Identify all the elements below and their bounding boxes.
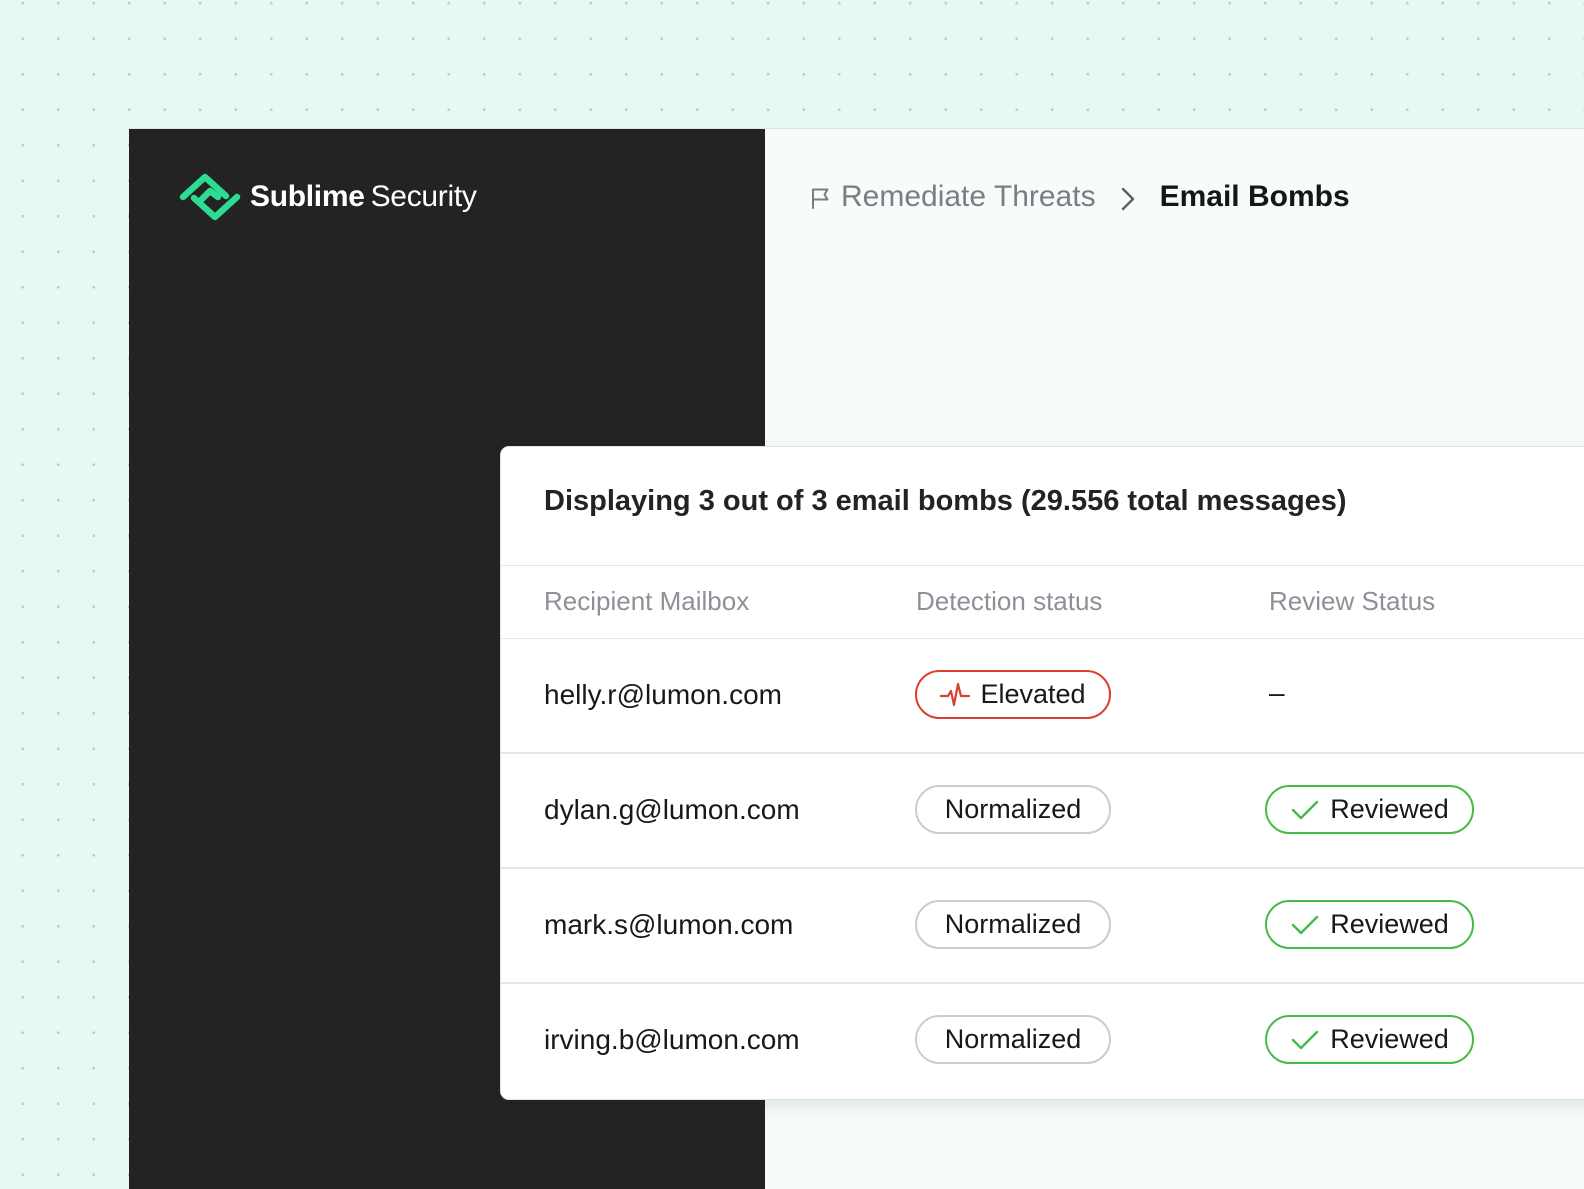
detection-status-label: Normalized bbox=[944, 909, 1082, 939]
detection-status-label: Normalized bbox=[944, 1024, 1082, 1054]
detection-status-label: Normalized bbox=[944, 794, 1082, 824]
app-window: Sublime Security Remediate Threats Email … bbox=[129, 128, 1584, 1189]
brand-name-secondary: Security bbox=[370, 180, 477, 213]
email-bombs-card: Displaying 3 out of 3 email bombs (29.55… bbox=[500, 446, 1584, 1100]
review-status-badge[interactable]: Reviewed bbox=[1265, 1015, 1474, 1064]
detection-status-label: Elevated bbox=[980, 679, 1086, 709]
checkmark-icon bbox=[1292, 1030, 1319, 1049]
breadcrumb-current-page: Email Bombs bbox=[1159, 180, 1350, 213]
column-header-detection-status: Detection status bbox=[916, 586, 1103, 616]
review-status-empty: – bbox=[1269, 677, 1285, 708]
table-row[interactable]: irving.b@lumon.com Normalized Reviewed bbox=[501, 984, 1584, 1099]
detection-status-badge[interactable]: Normalized bbox=[915, 1015, 1111, 1064]
breadcrumb-remediate-threats[interactable]: Remediate Threats bbox=[841, 180, 1096, 214]
review-status-label: Reviewed bbox=[1330, 794, 1449, 824]
table-row[interactable]: dylan.g@lumon.com Normalized Reviewed bbox=[501, 754, 1584, 869]
recipient-mailbox: dylan.g@lumon.com bbox=[544, 794, 800, 825]
flag-icon bbox=[812, 188, 829, 209]
review-status-label: Reviewed bbox=[1330, 1024, 1449, 1054]
column-header-recipient-mailbox: Recipient Mailbox bbox=[544, 586, 750, 616]
chevron-right-icon bbox=[1121, 187, 1134, 211]
table-row[interactable]: helly.r@lumon.com Elevated – bbox=[501, 639, 1584, 754]
detection-status-badge[interactable]: Elevated bbox=[915, 670, 1111, 719]
review-status-label: Reviewed bbox=[1330, 909, 1449, 939]
review-status-badge[interactable]: Reviewed bbox=[1265, 900, 1474, 949]
detection-status-badge[interactable]: Normalized bbox=[915, 900, 1111, 949]
brand-name: Sublime Security bbox=[250, 180, 477, 214]
recipient-mailbox: mark.s@lumon.com bbox=[544, 909, 794, 940]
brand-name-primary: Sublime bbox=[250, 180, 365, 213]
review-status-badge[interactable]: Reviewed bbox=[1265, 785, 1474, 834]
column-header-review-status: Review Status bbox=[1269, 586, 1436, 616]
recipient-mailbox: helly.r@lumon.com bbox=[544, 679, 782, 710]
card-title: Displaying 3 out of 3 email bombs (29.55… bbox=[544, 485, 1347, 517]
breadcrumb: Remediate Threats Email Bombs bbox=[809, 175, 1350, 219]
sublime-security-logo-icon bbox=[179, 173, 241, 221]
detection-status-badge[interactable]: Normalized bbox=[915, 785, 1111, 834]
activity-pulse-icon bbox=[940, 682, 971, 706]
checkmark-icon bbox=[1292, 915, 1319, 934]
table-header: Recipient Mailbox Detection status Revie… bbox=[501, 565, 1584, 639]
checkmark-icon bbox=[1292, 800, 1319, 819]
recipient-mailbox: irving.b@lumon.com bbox=[544, 1024, 800, 1055]
table-row[interactable]: mark.s@lumon.com Normalized Reviewed bbox=[501, 869, 1584, 984]
brand-logo-link[interactable]: Sublime Security bbox=[179, 173, 477, 221]
